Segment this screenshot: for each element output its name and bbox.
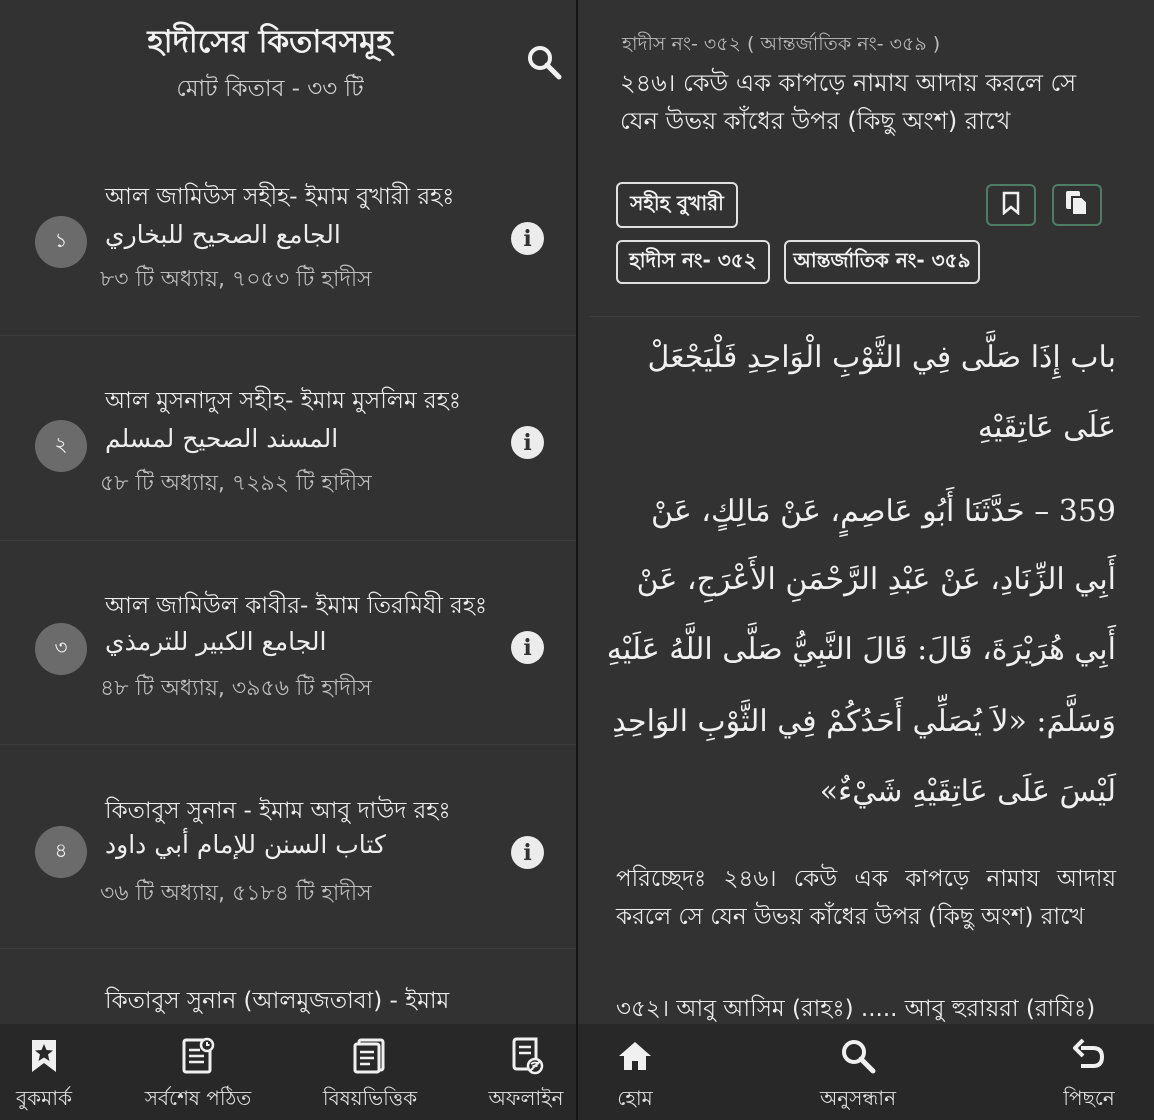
search-icon[interactable] <box>524 42 564 82</box>
nav-recently-read[interactable]: সর্বশেষ পঠিত <box>128 1024 268 1120</box>
nav-back[interactable]: পিছনে <box>1044 1024 1134 1120</box>
bottom-navigation: হোম অনুসন্ধান পিছনে <box>578 1024 1154 1120</box>
book-number-badge: ১ <box>35 216 87 268</box>
divider <box>0 335 576 336</box>
info-icon[interactable]: i <box>511 631 544 664</box>
book-list-item[interactable]: কিতাবুস সুনান (আলমুজতাবা) - ইমাম <box>0 954 576 1034</box>
arabic-chapter-line: باب إِذَا صَلَّى فِي الثَّوْبِ الْوَاحِد… <box>647 340 1117 375</box>
book-name-bengali: আল মুসনাদুস সহীহ- ইমাম মুসলিম রহঃ <box>105 388 462 414</box>
nav-offline[interactable]: অফলাইন <box>478 1024 574 1120</box>
bookmark-button[interactable] <box>986 184 1036 226</box>
book-list-screen: হাদীসের কিতাবসমূহ মোট কিতাব - ৩৩ টি আল জ… <box>0 0 576 1120</box>
book-stats: ৩৬ টি অধ্যায়, ৫১৮৪ টি হাদীস <box>100 881 372 906</box>
divider <box>0 948 576 949</box>
arabic-hadith-line: لَيْسَ عَلَى عَاتِقَيْهِ شَيْءٌ» <box>819 774 1116 809</box>
bookmark-star-icon <box>24 1036 64 1076</box>
hadith-meta: হাদীস নং- ৩৫২ ( আন্তর্জাতিক নং- ৩৫৯ ) <box>622 33 941 55</box>
book-name-arabic: الجامع الكبير للترمذي <box>105 627 327 656</box>
bookmark-icon <box>1000 191 1022 219</box>
book-name-arabic: كتاب السنن للإمام أبي داود <box>105 830 386 859</box>
undo-back-icon <box>1069 1036 1109 1076</box>
book-chip[interactable]: সহীহ বুখারী <box>616 182 738 228</box>
book-name-bengali: আল জামিউল কাবীর- ইমাম তিরমিযী রহঃ <box>105 593 488 619</box>
international-number-chip[interactable]: আন্তর্জাতিক নং- ৩৫৯ <box>784 240 980 284</box>
copy-icon <box>1064 189 1090 221</box>
book-list-item[interactable]: আল জামিউস সহীহ- ইমাম বুখারী রহঃ ১ الجامع… <box>0 136 576 340</box>
hadith-detail-screen: হাদীস নং- ৩৫২ ( আন্তর্জাতিক নং- ৩৫৯ ) ২৪… <box>578 0 1154 1120</box>
topic-books-icon <box>350 1036 390 1076</box>
arabic-hadith-line: أَبِي الزِّنَادِ، عَنْ عَبْدِ الرَّحْمَن… <box>636 562 1116 597</box>
book-name-bengali: কিতাবুস সুনান - ইমাম আবু দাউদ রহঃ <box>105 798 451 824</box>
book-number-badge: ২ <box>35 420 87 472</box>
arabic-chapter-line: عَلَى عَاتِقَيْهِ <box>977 410 1116 445</box>
bottom-navigation: বুকমার্ক সর্বশেষ পঠিত বিষয়ভিত্তিক অফলাই… <box>0 1024 576 1120</box>
book-name-bengali: আল জামিউস সহীহ- ইমাম বুখারী রহঃ <box>105 184 455 210</box>
arabic-hadith-line: 359 – حَدَّثَنَا أَبُو عَاصِمٍ، عَنْ مَا… <box>651 494 1116 529</box>
book-number-badge: ৩ <box>35 623 87 675</box>
page-title: হাদীসের কিতাবসমূহ <box>147 24 393 60</box>
chapter-heading: ২৪৬। কেউ এক কাপড়ে নামায আদায় করলে সে য… <box>620 69 1077 135</box>
nav-search[interactable]: অনুসন্ধান <box>802 1024 914 1120</box>
book-list-item[interactable]: আল মুসনাদুস সহীহ- ইমাম মুসলিম রহঃ ২ المس… <box>0 340 576 544</box>
info-icon[interactable]: i <box>511 426 544 459</box>
book-stats: ৮৩ টি অধ্যায়, ৭০৫৩ টি হাদীস <box>100 267 372 292</box>
divider <box>0 744 576 745</box>
divider <box>590 316 1140 317</box>
arabic-hadith-line: أَبِي هُرَيْرَةَ، قَالَ: قَالَ النَّبِيُ… <box>606 632 1116 667</box>
nav-home[interactable]: হোম <box>592 1024 678 1120</box>
book-name-arabic: الجامع الصحيح للبخاري <box>105 220 341 249</box>
search-icon <box>838 1036 878 1076</box>
copy-button[interactable] <box>1052 184 1102 226</box>
book-number-badge: ৪ <box>35 826 87 878</box>
arabic-hadith-line: وَسَلَّمَ: «لاَ يُصَلِّي أَحَدُكُمْ فِي … <box>612 704 1116 739</box>
info-icon[interactable]: i <box>511 222 544 255</box>
book-list-item[interactable]: আল জামিউল কাবীর- ইমাম তিরমিযী রহঃ ৩ الجا… <box>0 545 576 749</box>
home-icon <box>615 1036 655 1076</box>
info-icon[interactable]: i <box>511 836 544 869</box>
offline-book-icon <box>506 1036 546 1076</box>
book-name-bengali: কিতাবুস সুনান (আলমুজতাবা) - ইমাম <box>105 988 450 1014</box>
book-stats: ৫৮ টি অধ্যায়, ৭২৯২ টি হাদীস <box>100 471 372 496</box>
divider <box>0 540 576 541</box>
hadith-number-chip[interactable]: হাদীস নং- ৩৫২ <box>616 240 770 284</box>
recent-document-icon <box>178 1036 218 1076</box>
book-list-item[interactable]: কিতাবুস সুনান - ইমাম আবু দাউদ রহঃ ৪ كتاب… <box>0 750 576 954</box>
book-stats: ৪৮ টি অধ্যায়, ৩৯৫৬ টি হাদীস <box>100 676 372 701</box>
nav-topic-based[interactable]: বিষয়ভিত্তিক <box>306 1024 434 1120</box>
book-name-arabic: المسند الصحيح لمسلم <box>105 424 339 453</box>
chapter-translation: পরিচ্ছেদঃ ২৪৬। কেউ এক কাপড়ে নামায আদায়… <box>616 866 1116 930</box>
nav-bookmark[interactable]: বুকমার্ক <box>0 1024 88 1120</box>
book-count-subtitle: মোট কিতাব - ৩৩ টি <box>176 76 364 102</box>
